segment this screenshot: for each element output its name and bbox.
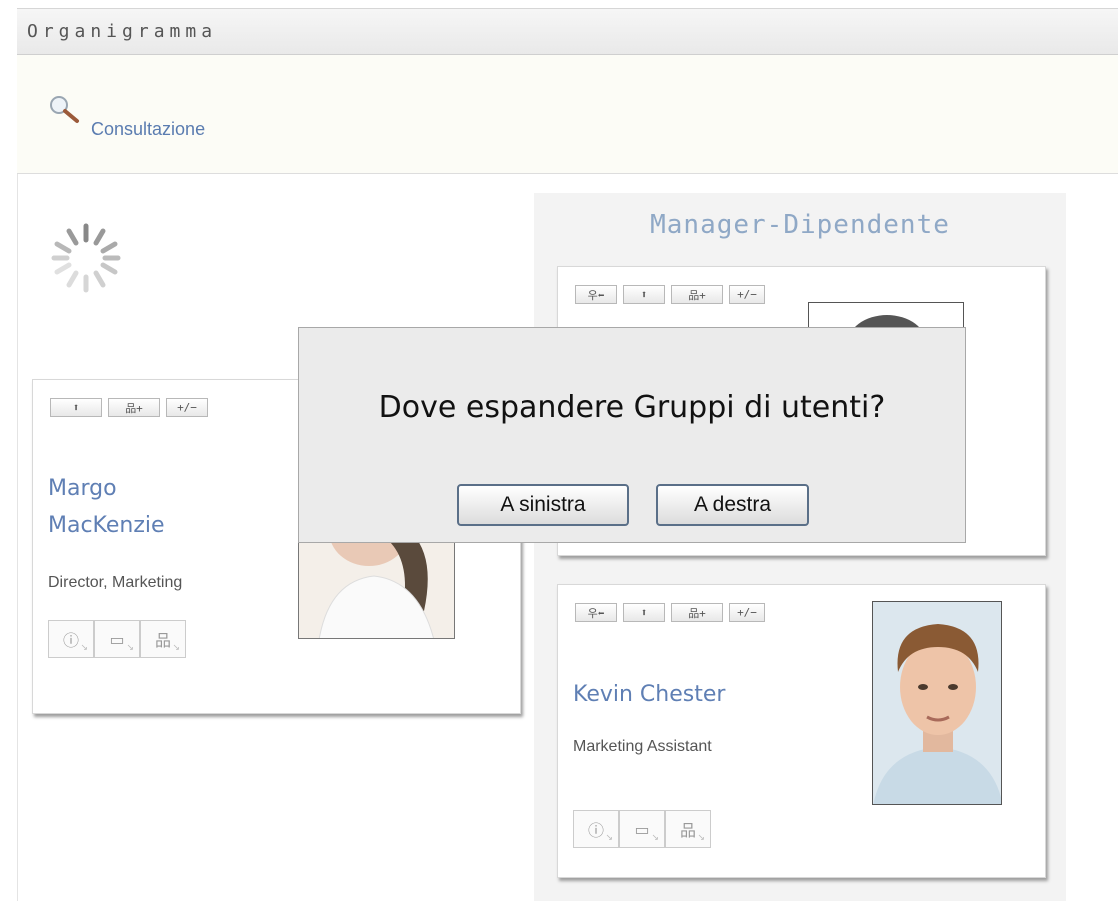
add-groups-button[interactable]: 品+ — [671, 603, 723, 622]
org-chart-button[interactable]: 品 ↘ — [665, 810, 711, 848]
portlet-title-bar: Organigramma — [17, 8, 1118, 55]
show-manager-button[interactable]: 우⬅ — [575, 285, 617, 304]
person-role: Director, Marketing — [48, 574, 183, 591]
lookup-link[interactable]: Consultazione — [91, 119, 205, 140]
person-card-kevin: 우⬅ ⬆ 品+ +/− Kevin Chester Marketing Assi… — [557, 584, 1046, 878]
expand-direction-dialog: Dove espandere Gruppi di utenti? A sinis… — [298, 327, 966, 543]
person-photo — [872, 601, 1002, 805]
expand-up-button[interactable]: ⬆ — [623, 603, 665, 622]
expand-up-button[interactable]: ⬆ — [623, 285, 665, 304]
email-icon: ▭ — [109, 629, 125, 649]
email-button[interactable]: ▭ ↘ — [619, 810, 665, 848]
left-border — [17, 174, 18, 901]
person-name[interactable]: Kevin Chester — [573, 676, 725, 713]
add-groups-button[interactable]: 品+ — [671, 285, 723, 304]
email-icon: ▭ — [634, 819, 650, 839]
person-photo-icon — [873, 602, 1001, 804]
info-icon: ⓘ — [587, 821, 604, 840]
loading-spinner-icon — [51, 223, 121, 293]
info-button[interactable]: ⓘ ↘ — [573, 810, 619, 848]
panel-title: Manager-Dipendente — [650, 210, 950, 240]
dialog-question: Dove espandere Gruppi di utenti? — [378, 390, 886, 425]
org-chart-icon: 品 — [154, 631, 171, 650]
toggle-button[interactable]: +/− — [166, 398, 208, 417]
magnifier-icon[interactable] — [47, 93, 81, 127]
search-bar: Consultazione — [17, 55, 1118, 174]
info-icon: ⓘ — [62, 631, 79, 650]
show-manager-button[interactable]: 우⬅ — [575, 603, 617, 622]
add-groups-button[interactable]: 品+ — [108, 398, 160, 417]
toggle-button[interactable]: +/− — [729, 285, 765, 304]
org-chart-icon: 品 — [679, 821, 696, 840]
email-button[interactable]: ▭ ↘ — [94, 620, 140, 658]
expand-right-button[interactable]: A destra — [656, 484, 809, 526]
person-role: Marketing Assistant — [573, 738, 712, 755]
info-button[interactable]: ⓘ ↘ — [48, 620, 94, 658]
expand-left-button[interactable]: A sinistra — [457, 484, 629, 526]
toggle-button[interactable]: +/− — [729, 603, 765, 622]
portlet-title: Organigramma — [27, 21, 218, 42]
expand-up-button[interactable]: ⬆ — [50, 398, 102, 417]
org-chart-button[interactable]: 品 ↘ — [140, 620, 186, 658]
person-name[interactable]: Margo MacKenzie — [48, 470, 198, 544]
